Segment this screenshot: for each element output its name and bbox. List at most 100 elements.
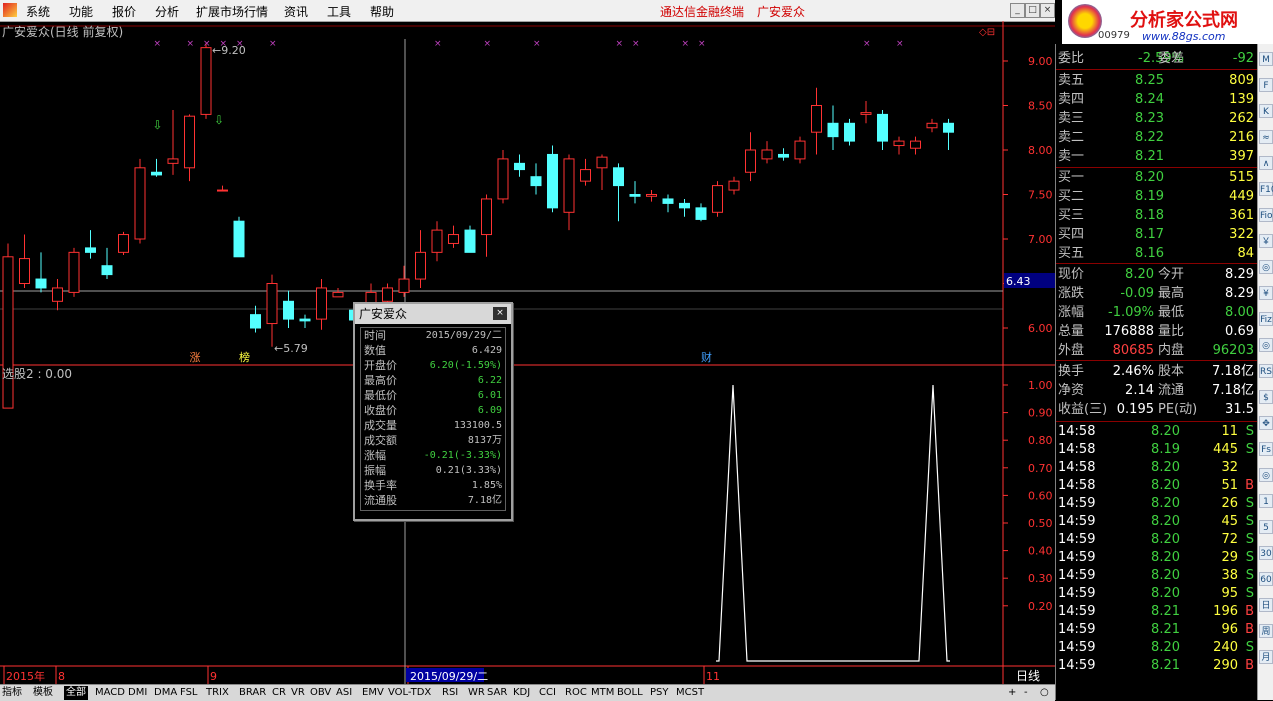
tab-trix[interactable]: TRIX <box>206 686 229 700</box>
price-tick-label: 9.00 <box>1028 55 1053 68</box>
candle-body <box>151 171 162 176</box>
toolbar-button[interactable]: Fs <box>1259 442 1273 456</box>
menu-extended-market[interactable]: 扩展市场行情 <box>196 3 268 20</box>
toolbar-button[interactable]: ≈ <box>1259 130 1273 144</box>
close-button[interactable]: × <box>1040 3 1055 18</box>
toolbar-button[interactable]: 60 <box>1259 572 1273 586</box>
minimize-button[interactable]: _ <box>1010 3 1025 18</box>
tab-asi[interactable]: ASI <box>336 686 352 700</box>
tab-dma[interactable]: DMA <box>154 686 177 700</box>
tab-dmi[interactable]: DMI <box>128 686 147 700</box>
tab-mcst[interactable]: MCST <box>676 686 704 700</box>
candle <box>52 279 63 311</box>
ask-row: 卖二 8.22 216 <box>1056 129 1258 147</box>
date-label: 2015/09/29/二 <box>410 670 488 683</box>
menu-system[interactable]: 系统 <box>26 3 50 20</box>
toolbar-button[interactable]: ✥ <box>1259 416 1273 430</box>
tick-time: 14:59 <box>1058 532 1096 547</box>
tab-fsl[interactable]: FSL <box>180 686 198 700</box>
tick-time: 14:59 <box>1058 640 1096 655</box>
ask-volume: 139 <box>1229 92 1254 107</box>
toolbar-button[interactable]: F <box>1259 78 1273 92</box>
tab-vr[interactable]: VR <box>291 686 305 700</box>
tab-obv[interactable]: OBV <box>310 686 331 700</box>
candle <box>662 194 674 213</box>
candle-body <box>200 47 212 115</box>
candle-body <box>563 158 575 213</box>
tab-control-button[interactable]: + <box>1008 686 1016 700</box>
toolbar-button[interactable]: Fiz <box>1259 312 1273 326</box>
toolbar-button[interactable]: ∧ <box>1259 156 1273 170</box>
toolbar-button[interactable]: M <box>1259 52 1273 66</box>
toolbar-button[interactable]: ◎ <box>1259 260 1273 274</box>
tooltip-close-icon[interactable]: × <box>493 307 507 320</box>
tooltip-row: 最高价 6.22 <box>361 373 505 388</box>
fund-value: 2.46% <box>1112 364 1154 379</box>
menu-help[interactable]: 帮助 <box>370 3 394 20</box>
tab-brar[interactable]: BRAR <box>239 686 266 700</box>
tick-volume: 11 <box>1221 424 1238 439</box>
tooltip-row: 时间 2015/09/29/二 <box>361 328 505 343</box>
candle-body <box>52 287 63 302</box>
candle <box>431 221 443 262</box>
menu-tools[interactable]: 工具 <box>327 3 351 20</box>
menu-function[interactable]: 功能 <box>69 3 93 20</box>
ask-price: 8.24 <box>1135 92 1164 107</box>
tab-sar[interactable]: SAR <box>487 686 507 700</box>
tab-wr[interactable]: WR <box>468 686 485 700</box>
tab-指标[interactable]: 指标 <box>2 686 22 700</box>
tab-mtm[interactable]: MTM <box>591 686 614 700</box>
toolbar-button[interactable]: ￥ <box>1259 234 1273 248</box>
toolbar-button[interactable]: 1 <box>1259 494 1273 508</box>
candle-body <box>464 229 476 253</box>
indicator-tick-label: 0.80 <box>1028 434 1053 447</box>
toolbar-button[interactable]: 30 <box>1259 546 1273 560</box>
toolbar-button[interactable]: ◎ <box>1259 468 1273 482</box>
tab-cci[interactable]: CCI <box>539 686 556 700</box>
bid-label: 买五 <box>1058 246 1085 261</box>
menu-quote[interactable]: 报价 <box>112 3 136 20</box>
toolbar-button[interactable]: K <box>1259 104 1273 118</box>
toolbar-button[interactable]: F10 <box>1259 182 1273 196</box>
menu-analysis[interactable]: 分析 <box>155 3 179 20</box>
toolbar-button[interactable]: 5 <box>1259 520 1273 534</box>
toolbar-button[interactable]: ¥ <box>1259 286 1273 300</box>
tick-side: B <box>1245 658 1254 673</box>
bid-label: 买四 <box>1058 227 1085 242</box>
tab-rsi[interactable]: RSI <box>442 686 458 700</box>
chart-area[interactable]: 广安爱众(日线 前复权) 选股2 : 0.00 ◇⊟ 9.00 8.50 8.00 7.50… <box>0 21 1055 684</box>
tick-time: 14:59 <box>1058 550 1096 565</box>
toolbar-button[interactable]: ◎ <box>1259 338 1273 352</box>
tab-vol-tdx[interactable]: VOL-TDX <box>388 686 431 700</box>
tab-cr[interactable]: CR <box>272 686 286 700</box>
tooltip-key: 最低价 <box>364 389 397 402</box>
tab-kdj[interactable]: KDJ <box>513 686 530 700</box>
toolbar-button[interactable]: RSI <box>1259 364 1273 378</box>
tab-macd[interactable]: MACD <box>95 686 125 700</box>
candle-body <box>893 140 905 147</box>
candle <box>497 150 509 204</box>
tab-control-button[interactable]: - <box>1024 686 1028 700</box>
tab-全部[interactable]: 全部 <box>64 686 88 700</box>
tab-control-button[interactable]: ○ <box>1040 686 1049 700</box>
candle-body <box>184 115 195 169</box>
tab-boll[interactable]: BOLL <box>617 686 643 700</box>
tab-psy[interactable]: PSY <box>650 686 669 700</box>
toolbar-button[interactable]: 日 <box>1259 598 1273 612</box>
tick-side: S <box>1245 550 1254 565</box>
tab-emv[interactable]: EMV <box>362 686 384 700</box>
toolbar-button[interactable]: 周 <box>1259 624 1273 638</box>
candle <box>695 203 707 222</box>
toolbar-button[interactable]: $ <box>1259 390 1273 404</box>
tab-模板[interactable]: 模板 <box>33 686 53 700</box>
tab-roc[interactable]: ROC <box>565 686 587 700</box>
stat-value: 8.29 <box>1225 267 1254 282</box>
kline-chart[interactable]: 广安爱众(日线 前复权) 选股2 : 0.00 ◇⊟ 9.00 8.50 8.00 7.50… <box>0 21 1055 684</box>
toolbar-button[interactable]: Fio <box>1259 208 1273 222</box>
tooltip-row: 成交量 133100.5 <box>361 418 505 433</box>
toolbar-button[interactable]: 月 <box>1259 650 1273 664</box>
maximize-button[interactable]: □ <box>1025 3 1040 18</box>
tick-row: 14:59 8.20 95 S <box>1056 585 1258 603</box>
menu-news[interactable]: 资讯 <box>284 3 308 20</box>
candle-body <box>745 149 756 173</box>
